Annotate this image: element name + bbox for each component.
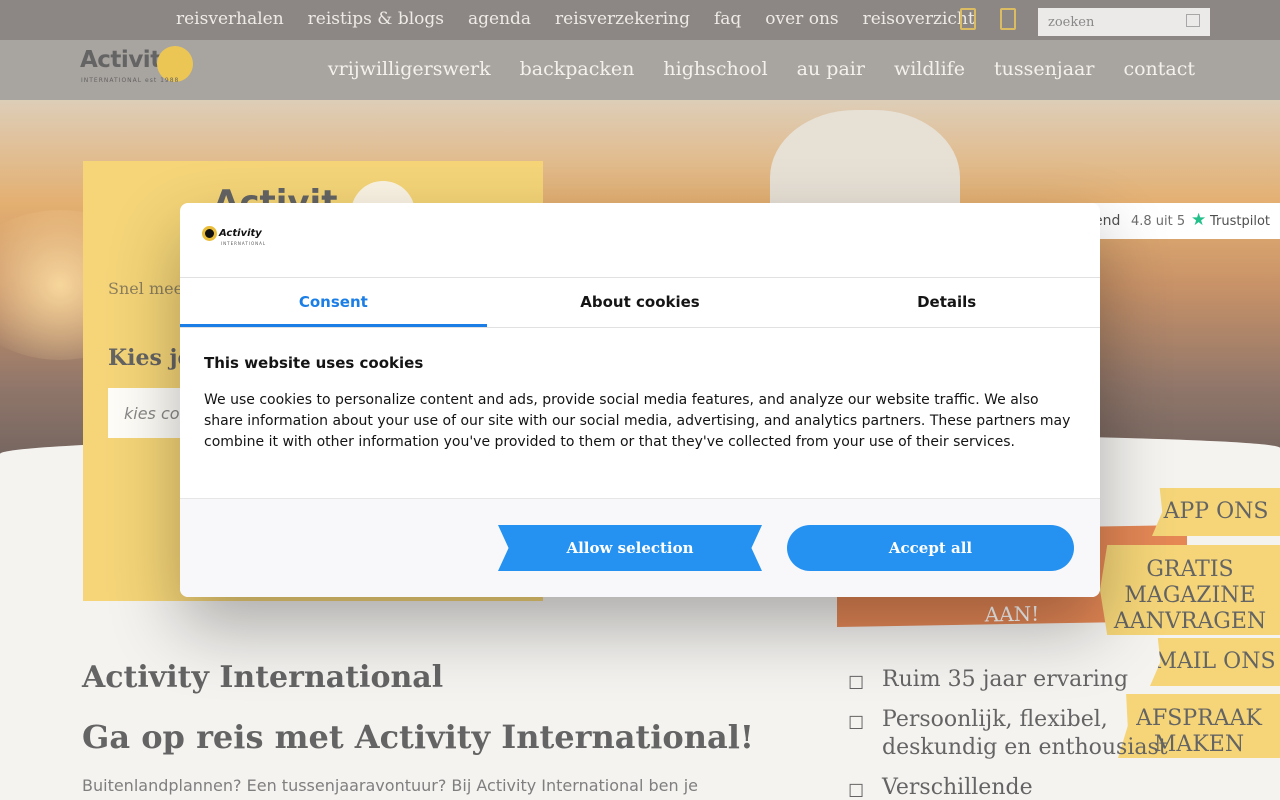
dialog-logo-subtext: INTERNATIONAL [221,241,267,246]
cookie-consent-dialog: Activity INTERNATIONAL Consent About coo… [180,203,1100,597]
tab-consent[interactable]: Consent [180,278,487,327]
dialog-tabs: Consent About cookies Details [180,278,1100,328]
tab-about-cookies[interactable]: About cookies [487,278,794,327]
dialog-title: This website uses cookies [204,354,424,372]
logo-mark-icon [202,226,217,241]
dialog-logo-text: Activity [219,228,262,239]
tab-details[interactable]: Details [793,278,1100,327]
allow-selection-button[interactable]: Allow selection [498,525,762,571]
dialog-body: We use cookies to personalize content an… [204,392,1071,450]
dialog-logo: Activity INTERNATIONAL [202,225,265,249]
accept-all-button[interactable]: Accept all [787,525,1074,571]
